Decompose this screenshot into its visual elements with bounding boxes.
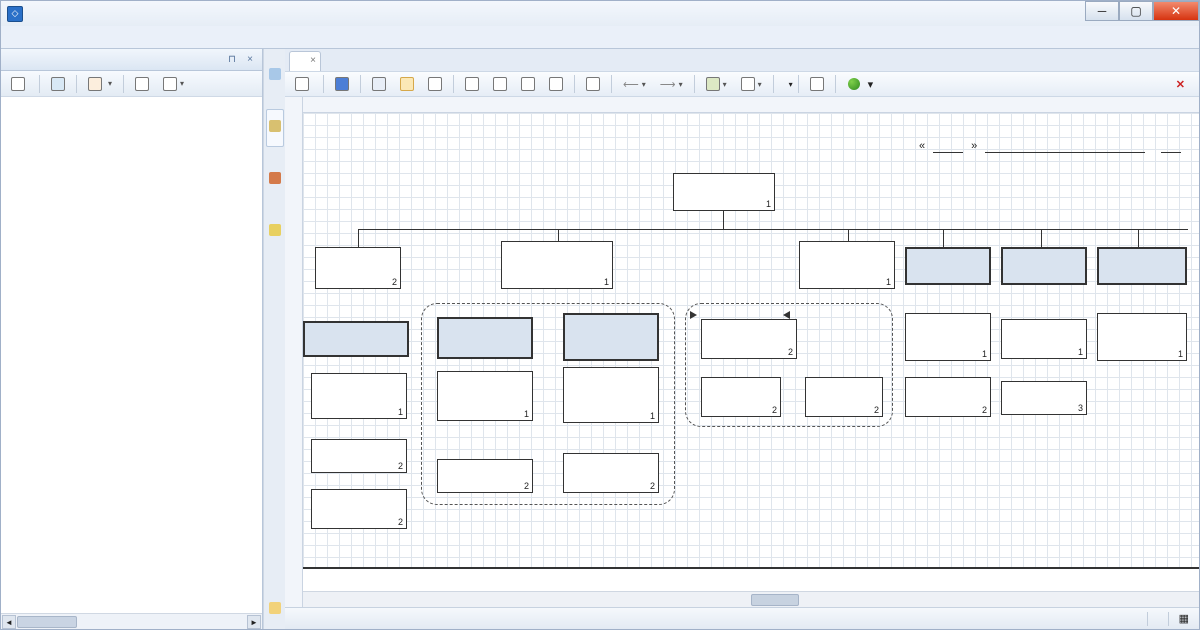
node-mgr-sales[interactable]: 2 [905,377,991,417]
vtab-subjects[interactable] [266,109,284,147]
canvas-area: «» [285,97,1199,607]
navigator-toolbar: ▾ ▾ [1,71,262,97]
node-head-supply[interactable]: 1 [311,373,407,419]
vtab-management[interactable] [266,213,284,251]
node-director[interactable]: 1 [673,173,775,211]
tab-close-icon[interactable]: × [310,55,316,66]
menubar [1,26,1199,48]
node-sales[interactable] [905,247,991,285]
tb-icon-10[interactable]: ▾ [735,74,768,94]
titlebar: ◇ ─ ▢ ✕ [1,1,1199,26]
workspace: ⊓ × ▾ ▾ ◄► [1,48,1199,629]
node-storekeeper[interactable]: 2 [311,439,407,473]
window-buttons: ─ ▢ ✕ [1085,1,1199,21]
diagram-canvas[interactable]: «» [303,113,1199,591]
file-tab[interactable]: × [289,51,321,71]
main-toolbar: ⟵▾ ⟶▾ ▾ ▾ ▾ ▾ ✕ [285,71,1199,97]
side-tabs [263,49,285,629]
node-zam-prod[interactable]: 1 [501,241,613,289]
tb-icon-2[interactable] [394,74,420,94]
node-head-hr[interactable]: 1 [1097,313,1187,361]
maximize-button[interactable]: ▢ [1119,1,1153,21]
diagram-caption [303,567,1199,591]
tree-view[interactable] [1,97,262,613]
actions-button[interactable]: ▾ [841,74,881,94]
tool-icon-2[interactable] [129,74,155,94]
minimize-button[interactable]: ─ [1085,1,1119,21]
tb-icon-8[interactable] [580,74,606,94]
node-head-sales[interactable]: 1 [905,313,991,361]
tb-icon-4[interactable] [459,74,485,94]
pin-icon[interactable]: ⊓ [226,54,238,66]
close-pane-icon[interactable]: × [244,54,256,66]
vtab-objects[interactable] [266,161,284,199]
nav-hscrollbar[interactable]: ◄► [1,613,262,629]
tool-icon-3[interactable]: ▾ [157,74,190,94]
tb-nav-fwd[interactable]: ⟶▾ [654,74,689,94]
tool-icon[interactable] [45,74,71,94]
tb-props[interactable] [289,74,318,94]
node-zam-qual[interactable]: 1 [799,241,895,289]
tb-save-icon[interactable] [329,74,355,94]
tb-icon-11[interactable] [804,74,830,94]
reports-button[interactable]: ▾ [82,74,118,94]
app-window: ◇ ─ ▢ ✕ ⊓ × [0,0,1200,630]
node-jurist[interactable]: 2 [315,247,401,289]
navigator-pane: ⊓ × ▾ ▾ ◄► [1,49,263,629]
navigator-title: ⊓ × [1,49,262,71]
tab-strip: × [285,49,1199,71]
tb-icon-3[interactable] [422,74,448,94]
tb-icon-1[interactable] [366,74,392,94]
approval-block: «» [919,121,1189,193]
tb-icon-5[interactable] [487,74,513,94]
statusbar: ▦ [285,607,1199,629]
tb-icon-7[interactable] [543,74,569,94]
content-area: × ⟵▾ ⟶▾ ▾ [285,49,1199,629]
node-mgr-supply[interactable]: 2 [311,489,407,529]
close-doc-button[interactable]: ✕ [1170,78,1195,91]
node-accounting[interactable] [1001,247,1087,285]
group-team-2 [685,303,893,427]
canvas-hscrollbar[interactable] [303,591,1199,607]
tb-icon-9[interactable]: ▾ [700,74,733,94]
vtab-extra-icon[interactable] [266,591,284,629]
node-acc[interactable]: 3 [1001,381,1087,415]
node-hr[interactable] [1097,247,1187,285]
vertical-ruler [285,97,303,607]
status-icon[interactable]: ▦ [1179,612,1189,625]
node-supply[interactable] [303,321,409,357]
app-icon: ◇ [7,6,23,22]
node-chief-acc[interactable]: 1 [1001,319,1087,359]
horizontal-ruler [303,97,1199,113]
props-button[interactable] [5,74,34,94]
tb-nav-back[interactable]: ⟵▾ [617,74,652,94]
tb-icon-6[interactable] [515,74,541,94]
group-team-1 [421,303,675,505]
close-button[interactable]: ✕ [1153,1,1199,21]
vtab-processes[interactable] [266,57,284,95]
